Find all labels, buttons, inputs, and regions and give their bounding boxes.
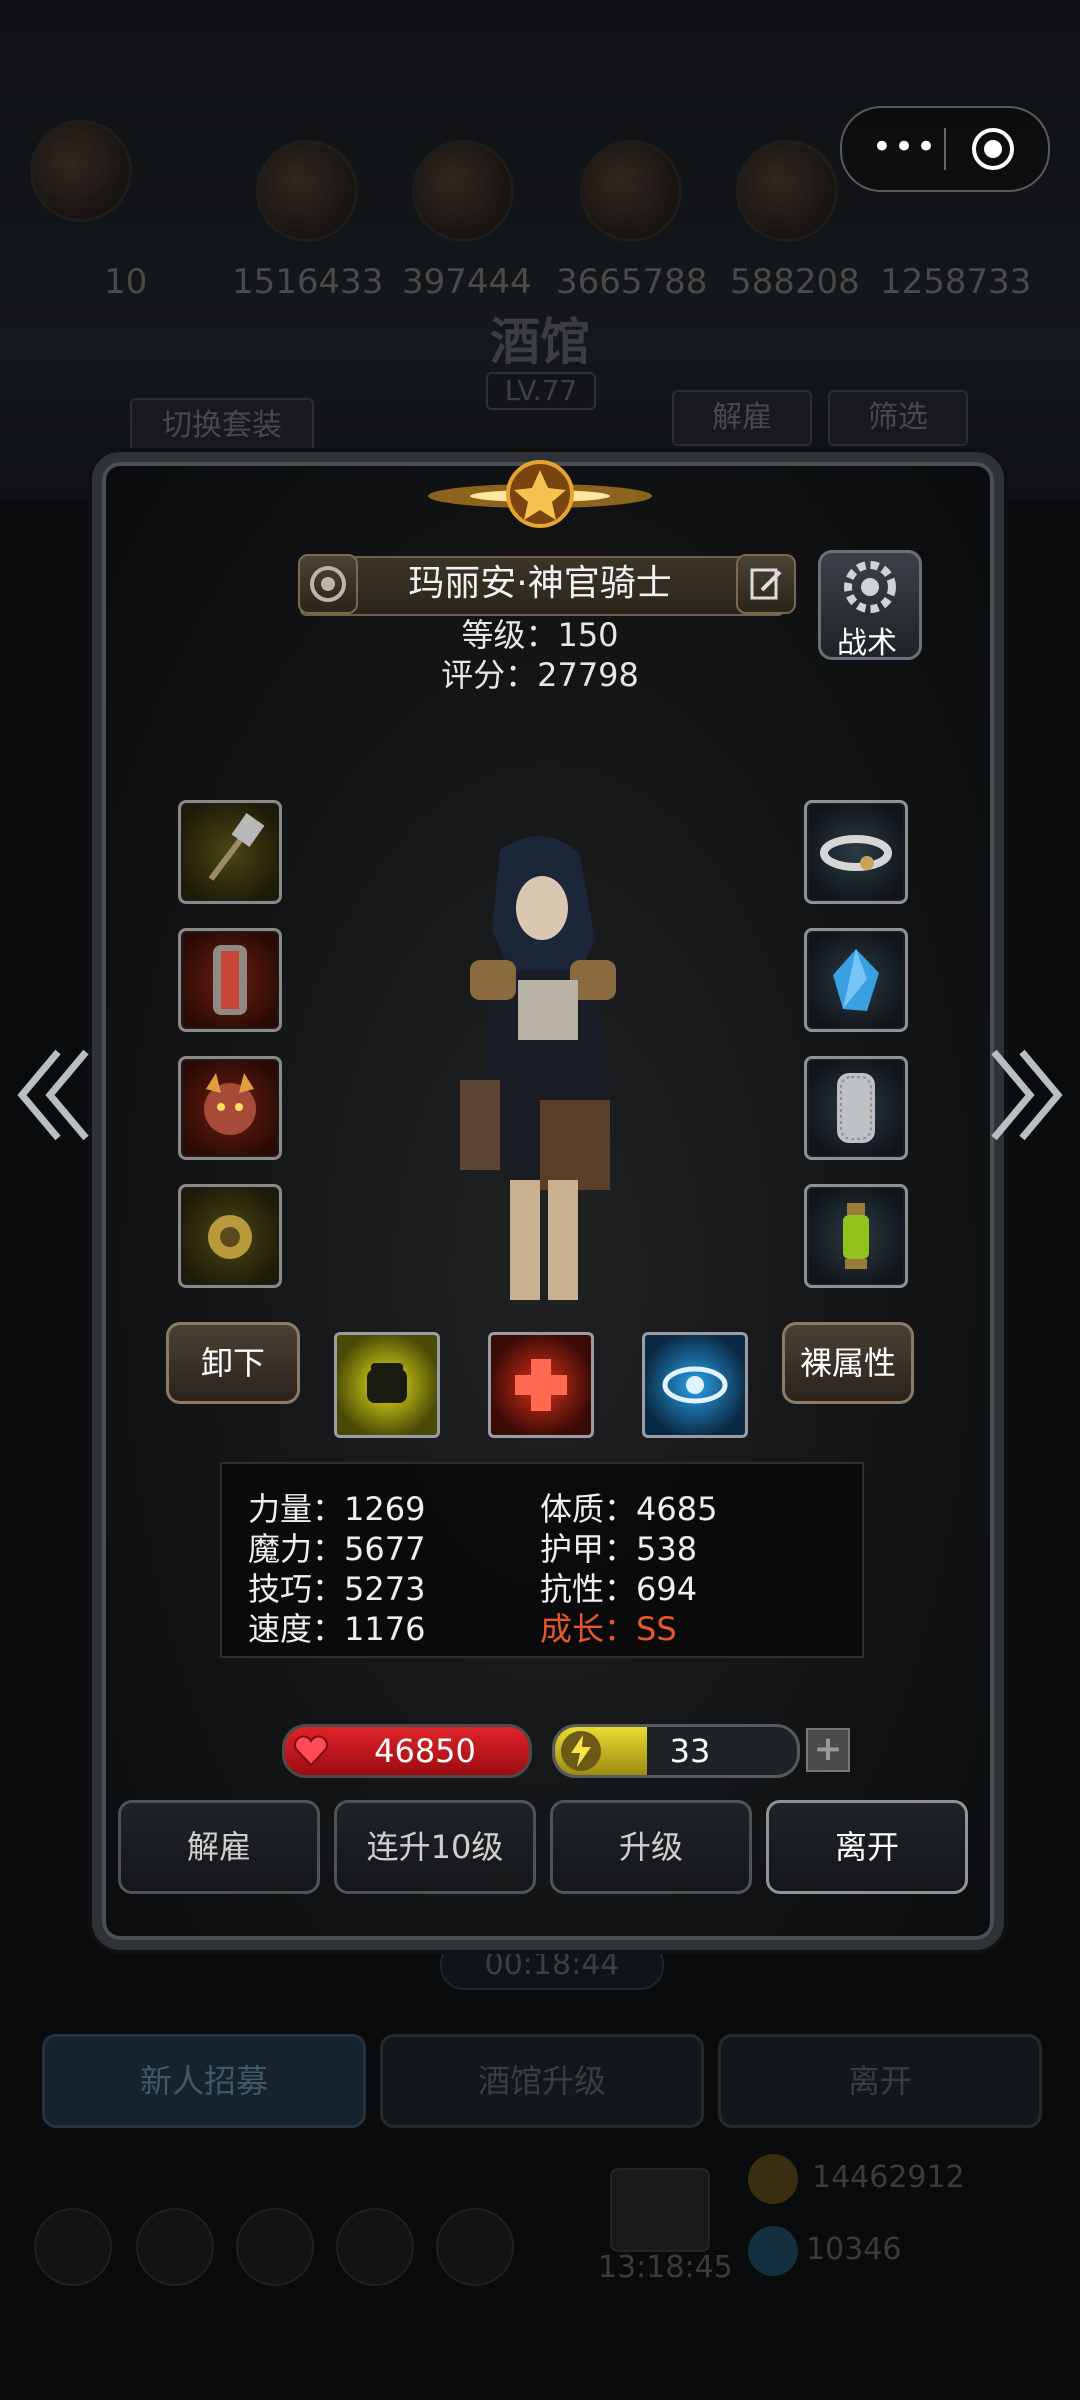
resource-icon — [412, 140, 514, 242]
stat-growth: 成长：SS — [540, 1610, 677, 1648]
hero-name: 玛丽安·神官骑士 — [408, 563, 672, 604]
energy-value: 33 — [669, 1732, 711, 1770]
menu-icon[interactable] — [136, 2208, 214, 2286]
previous-hero-arrow-icon[interactable] — [14, 1040, 94, 1150]
resource-value: 1258733 — [880, 262, 1032, 302]
armor-icon[interactable] — [178, 928, 282, 1032]
resource-value: 1516433 — [232, 262, 384, 302]
level-up-10-button[interactable]: 连升10级 — [334, 1800, 536, 1894]
resource-value: 397444 — [402, 262, 532, 302]
bottom-time: 13:18:45 — [598, 2250, 733, 2285]
switch-outfit-button[interactable]: 切换套装 — [130, 398, 314, 454]
menu-icon[interactable] — [336, 2208, 414, 2286]
mace-icon[interactable] — [178, 800, 282, 904]
demon-mask-icon[interactable] — [178, 1056, 282, 1160]
capsule-divider — [944, 128, 946, 170]
recruit-button[interactable]: 新人招募 — [42, 2034, 366, 2128]
gift-icon[interactable] — [610, 2168, 710, 2252]
gear-icon — [844, 561, 896, 613]
more-menu-button[interactable]: ••• — [870, 130, 940, 166]
chainmail-icon[interactable] — [804, 1056, 908, 1160]
eye-icon[interactable] — [642, 1332, 748, 1438]
tavern-level: LV.77 — [486, 372, 596, 410]
cloud-ring-icon[interactable] — [804, 800, 908, 904]
resource-icon — [256, 140, 358, 242]
amulet-icon[interactable] — [178, 1184, 282, 1288]
menu-icon[interactable] — [436, 2208, 514, 2286]
gem-icon — [748, 2226, 798, 2276]
hp-bar: 46850 — [282, 1724, 532, 1778]
tavern-upgrade-button[interactable]: 酒馆升级 — [380, 2034, 704, 2128]
dismiss-tab-button[interactable]: 解雇 — [672, 390, 812, 446]
edit-name-icon[interactable] — [736, 554, 796, 614]
resource-icon — [736, 140, 838, 242]
target-icon[interactable] — [968, 124, 1018, 174]
fist-icon[interactable] — [334, 1332, 440, 1438]
tactics-label: 战术 — [837, 626, 897, 661]
gold-coin-icon — [748, 2154, 798, 2204]
dismiss-button[interactable]: 解雇 — [118, 1800, 320, 1894]
leave-tavern-button[interactable]: 离开 — [718, 2034, 1042, 2128]
panel-crest-icon — [420, 444, 660, 544]
gem-amount: 10346 — [806, 2232, 902, 2267]
crystal-icon[interactable] — [804, 928, 908, 1032]
energy-bar: 33 — [552, 1724, 800, 1778]
heal-cross-icon[interactable] — [488, 1332, 594, 1438]
miniprogram-capsule: ••• — [840, 106, 1050, 192]
lantern-icon[interactable] — [804, 1184, 908, 1288]
resource-value: 588208 — [730, 262, 860, 302]
hp-value: 46850 — [374, 1732, 476, 1770]
menu-icon[interactable] — [236, 2208, 314, 2286]
level-up-button[interactable]: 升级 — [550, 1800, 752, 1894]
resource-value: 10 — [104, 262, 148, 302]
filter-button[interactable]: 筛选 — [828, 390, 968, 446]
unequip-button[interactable]: 卸下 — [166, 1322, 300, 1404]
gold-amount: 14462912 — [812, 2160, 965, 2195]
resource-value: 3665788 — [556, 262, 708, 302]
leave-button[interactable]: 离开 — [766, 1800, 968, 1894]
hero-portrait — [430, 830, 660, 1310]
hero-score: 评分：27798 — [441, 656, 639, 694]
bare-attributes-button[interactable]: 裸属性 — [782, 1322, 914, 1404]
stat-speed: 速度：1176 — [248, 1610, 426, 1648]
next-hero-arrow-icon[interactable] — [986, 1040, 1066, 1150]
avatar — [30, 120, 132, 222]
add-energy-button[interactable]: + — [806, 1728, 850, 1772]
page-title: 酒馆 — [490, 312, 590, 371]
resource-icon — [580, 140, 682, 242]
menu-icon[interactable] — [34, 2208, 112, 2286]
